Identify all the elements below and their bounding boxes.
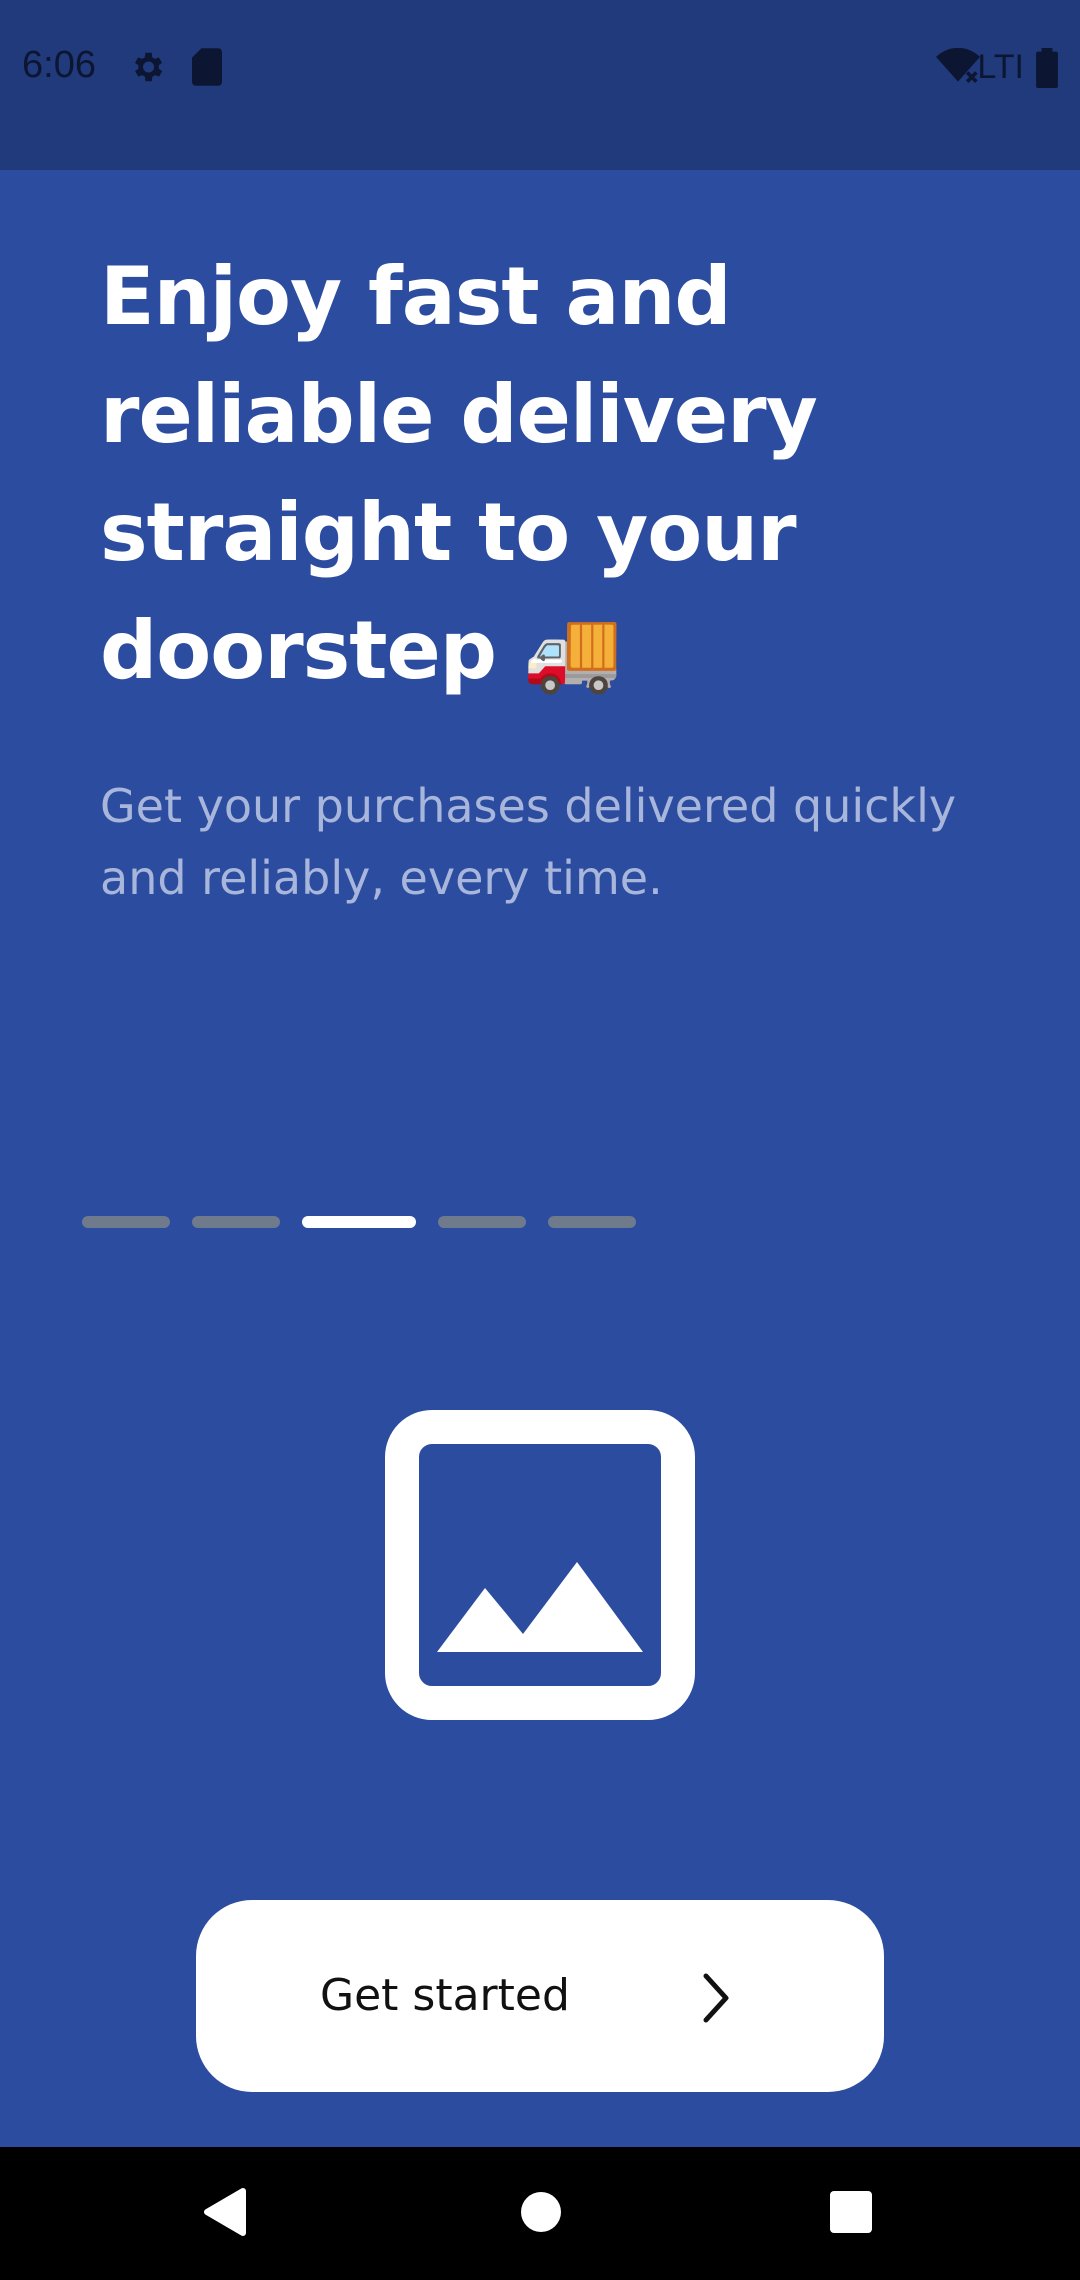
back-icon: [203, 2187, 247, 2241]
recents-button[interactable]: [784, 2147, 917, 2280]
sd-card-icon: [192, 48, 222, 90]
recents-icon: [829, 2190, 872, 2237]
page-indicator-dot: [82, 1216, 170, 1228]
gear-icon: [128, 48, 166, 90]
chevron-right-icon: [698, 1972, 734, 2027]
home-icon: [520, 2191, 562, 2237]
get-started-label: Get started: [320, 1970, 570, 2021]
page-indicator-dot: [192, 1216, 280, 1228]
onboarding-subtitle: Get your purchases delivered quickly and…: [100, 779, 957, 905]
page-indicator-dot-active: [302, 1216, 416, 1228]
wifi-off-icon: [936, 47, 980, 90]
home-button[interactable]: [474, 2147, 607, 2280]
status-time: 6:06: [22, 44, 96, 86]
navigation-bar: [0, 2147, 1080, 2280]
page-indicator-dot: [548, 1216, 636, 1228]
get-started-button[interactable]: Get started: [196, 1900, 884, 2092]
status-bar: 6:06 LTI: [0, 0, 1080, 170]
onboarding-headline: Enjoy fast and reliable delivery straigh…: [100, 250, 818, 697]
network-label: LTI: [977, 48, 1024, 86]
back-button[interactable]: [158, 2147, 291, 2280]
image-placeholder-icon: [385, 1410, 695, 1720]
page-indicator-dot: [438, 1216, 526, 1228]
battery-icon: [1036, 48, 1058, 92]
